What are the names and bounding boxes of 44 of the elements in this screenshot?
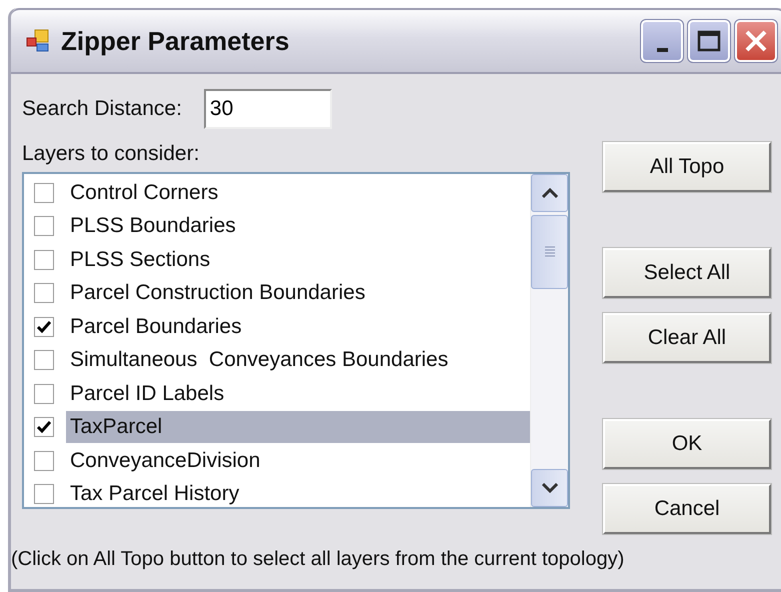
checkbox[interactable] xyxy=(34,283,54,304)
layer-item[interactable]: Simultaneous Conveyances Boundaries xyxy=(66,344,530,376)
layer-item[interactable]: Parcel Boundaries xyxy=(66,310,530,343)
select-all-button[interactable]: Select All xyxy=(603,248,771,298)
cancel-button[interactable]: Cancel xyxy=(603,484,771,534)
close-icon xyxy=(744,29,768,53)
list-label: Layers to consider: xyxy=(22,142,200,166)
layer-item[interactable]: Control Corners xyxy=(66,176,530,209)
ok-button[interactable]: OK xyxy=(603,419,771,469)
clear-all-button[interactable]: Clear All xyxy=(603,313,771,363)
layer-item[interactable]: PLSS Boundaries xyxy=(66,210,530,242)
search-distance-field[interactable]: 30 xyxy=(204,89,332,129)
scroll-down-button[interactable] xyxy=(531,469,568,507)
scroll-up-button[interactable] xyxy=(531,174,568,212)
up-chevron-icon xyxy=(542,188,558,198)
window-title: Zipper Parameters xyxy=(61,26,290,56)
maximize-icon xyxy=(697,30,721,52)
checkbox[interactable] xyxy=(34,384,54,404)
down-chevron-icon xyxy=(542,483,558,493)
layer-item[interactable]: PLSS Sections xyxy=(66,244,530,276)
minimize-icon xyxy=(656,48,668,52)
grip-icon xyxy=(544,246,554,258)
scrollbar[interactable] xyxy=(530,174,568,507)
field-label: Search Distance: xyxy=(22,97,182,121)
checkbox[interactable] xyxy=(34,417,54,438)
checkbox[interactable] xyxy=(34,250,54,270)
layer-item[interactable]: TaxParcel xyxy=(66,411,530,444)
checkbox[interactable] xyxy=(34,216,54,236)
checkbox[interactable] xyxy=(34,316,54,337)
scroll-thumb[interactable] xyxy=(531,215,568,289)
checkbox[interactable] xyxy=(34,484,54,504)
minimize-button[interactable] xyxy=(641,20,683,62)
all-topo-button[interactable]: All Topo xyxy=(603,142,771,192)
maximize-button[interactable] xyxy=(688,20,730,62)
layer-item[interactable]: ConveyanceDivision xyxy=(66,444,530,477)
checkbox[interactable] xyxy=(34,182,54,203)
checkbox[interactable] xyxy=(34,350,54,370)
hint-text: (Click on All Topo button to select all layers from the current topology) xyxy=(11,548,626,571)
layer-item[interactable]: Tax Parcel History xyxy=(66,478,530,507)
layer-item[interactable]: Parcel ID Labels xyxy=(66,378,530,410)
layer-item[interactable]: Parcel Construction Boundaries xyxy=(66,277,530,310)
app-icon xyxy=(25,29,51,53)
close-button[interactable] xyxy=(735,20,777,62)
checkbox[interactable] xyxy=(34,450,54,471)
